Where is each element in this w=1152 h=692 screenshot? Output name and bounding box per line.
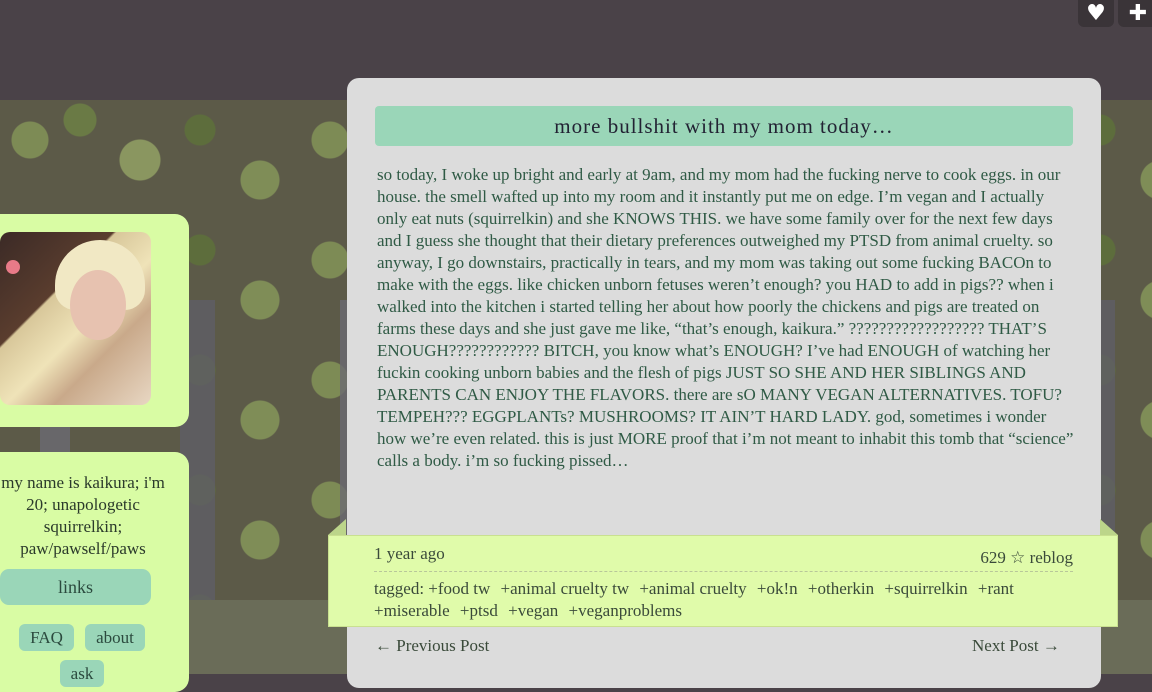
tags-prefix: tagged: (374, 579, 425, 598)
sidebar-info-panel: my name is kaikura; i'm 20; unapologetic… (0, 452, 189, 692)
heart-icon[interactable]: ♥ (1078, 0, 1114, 27)
lamp-shape (6, 260, 20, 274)
post-timestamp-link[interactable]: 1 year ago (374, 544, 445, 564)
tag-link[interactable]: +ptsd (460, 601, 498, 620)
ribbon-fold-right (1100, 519, 1118, 535)
tag-link[interactable]: +otherkin (808, 579, 874, 598)
post-title: more bullshit with my mom today… (375, 106, 1073, 146)
avatar-panel (0, 214, 189, 427)
tag-link[interactable]: +miserable (374, 601, 450, 620)
plus-icon[interactable]: ✚ (1118, 0, 1152, 27)
tag-link[interactable]: +animal cruelty (639, 579, 746, 598)
tag-link[interactable]: +animal cruelty tw (501, 579, 630, 598)
face-shape (70, 270, 126, 340)
tag-link[interactable]: +food tw (428, 579, 490, 598)
avatar (0, 232, 151, 405)
tag-link[interactable]: +ok!n (757, 579, 798, 598)
next-post-link[interactable]: Next Post → (972, 636, 1060, 656)
bio-text: my name is kaikura; i'm 20; unapologetic… (1, 473, 165, 558)
ribbon-fold-left (328, 519, 346, 535)
tag-link[interactable]: +veganproblems (569, 601, 682, 620)
previous-post-link[interactable]: ← Previous Post (375, 636, 489, 656)
divider (374, 571, 1073, 572)
faq-button[interactable]: FAQ (19, 624, 74, 651)
tag-link[interactable]: +rant (978, 579, 1014, 598)
post-body: so today, I woke up bright and early at … (377, 165, 1074, 470)
tag-link[interactable]: +squirrelkin (884, 579, 967, 598)
links-button[interactable]: links (0, 569, 151, 605)
notes-reblog-link[interactable]: 629 ☆ reblog (980, 548, 1073, 568)
about-button[interactable]: about (85, 624, 145, 651)
tag-link[interactable]: +vegan (508, 601, 558, 620)
post-meta-ribbon: 1 year ago 629 ☆ reblog tagged: +food tw… (328, 535, 1118, 627)
tags-list: tagged: +food tw +animal cruelty tw +ani… (374, 578, 1074, 622)
